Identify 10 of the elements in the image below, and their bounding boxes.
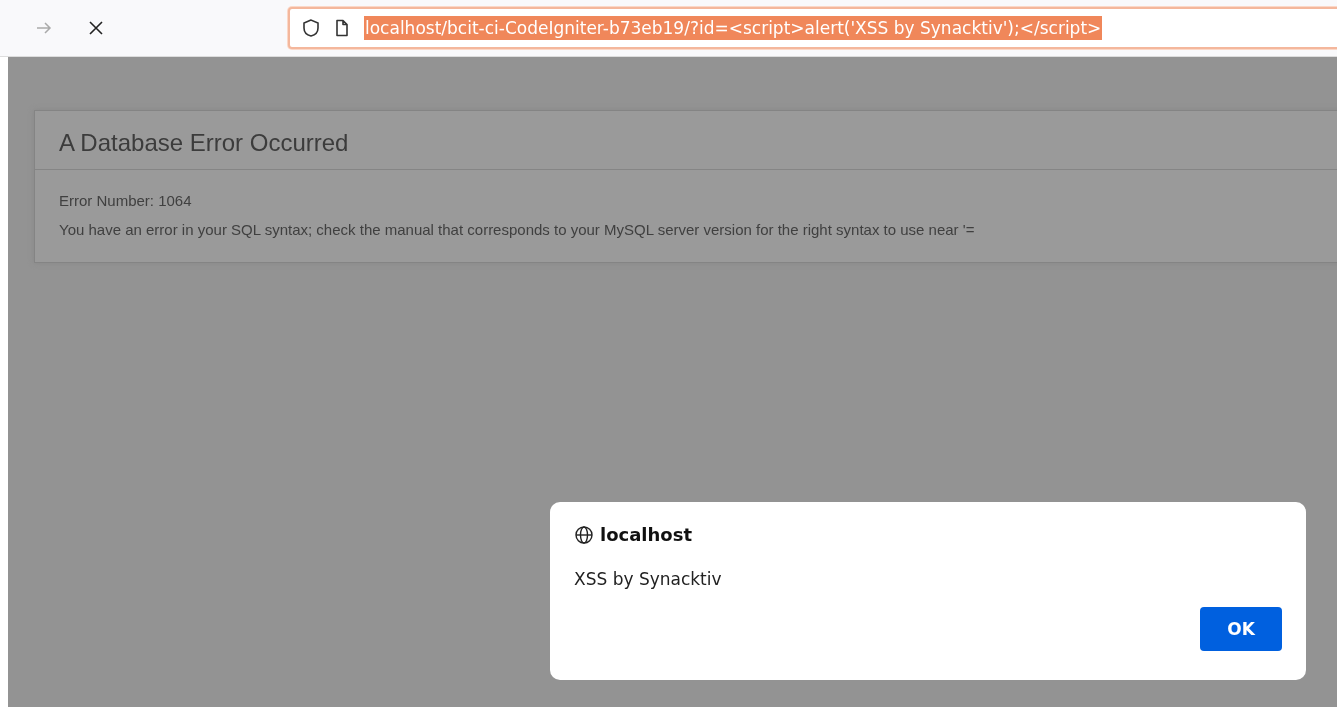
- error-heading: A Database Error Occurred: [59, 129, 350, 157]
- shield-icon: [302, 18, 320, 38]
- error-text: Error Number: 1064: [59, 192, 193, 209]
- dialog-message: XSS by Synacktiv: [574, 569, 723, 589]
- ok-button[interactable]: OK: [1200, 607, 1282, 651]
- url-text: localhost/bcit-ci-CodeIgniter-b73eb19/?id=<script>alert('XSS by Synacktiv');</script>: [364, 16, 1103, 40]
- error-text: You have an error in your SQL syntax; check the manual that corresponds to your MySQL server version for the right syntax to use near '=: [59, 221, 976, 238]
- page-icon: [334, 19, 350, 37]
- dialog-origin: localhost: [600, 524, 693, 545]
- globe-icon: [574, 524, 594, 545]
